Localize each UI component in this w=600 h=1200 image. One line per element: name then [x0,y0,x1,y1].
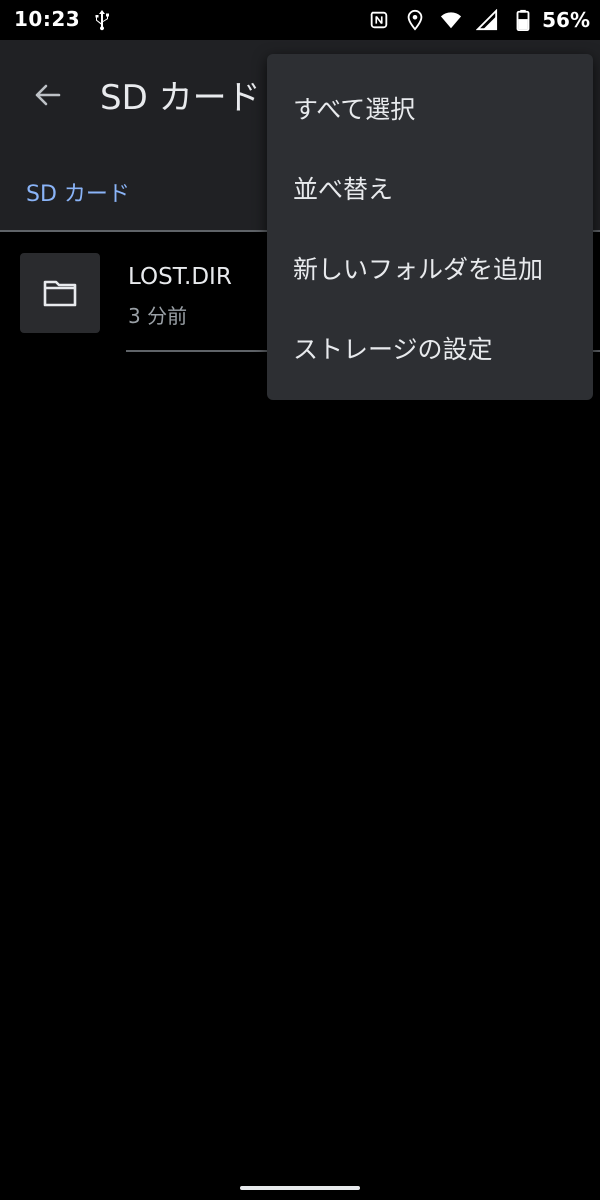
location-icon [407,9,423,31]
overflow-menu: すべて選択 並べ替え 新しいフォルダを追加 ストレージの設定 [267,54,593,400]
back-button[interactable] [26,74,68,116]
battery-icon [516,9,530,31]
menu-item-storage-settings[interactable]: ストレージの設定 [267,308,593,388]
status-icons: 56% [368,6,590,34]
wifi-icon [441,12,462,29]
breadcrumb-sd-card[interactable]: SD カード [26,176,130,208]
battery-percent: 56% [542,8,590,32]
menu-item-sort[interactable]: 並べ替え [267,148,593,228]
gesture-bar[interactable] [240,1186,360,1190]
folder-thumbnail [20,253,100,333]
menu-item-select-all[interactable]: すべて選択 [267,68,593,148]
nfc-icon [370,11,388,29]
file-modified: 3 分前 [128,304,188,328]
arrow-back-icon [35,84,61,106]
menu-item-new-folder[interactable]: 新しいフォルダを追加 [267,228,593,308]
status-bar: 10:23 56% [0,0,600,40]
usb-icon [95,10,109,31]
file-name: LOST.DIR [128,264,232,290]
signal-icon [476,9,498,31]
status-time: 10:23 [14,7,81,31]
folder-icon [43,280,77,307]
page-title: SD カード [100,78,261,118]
screen: 10:23 56% SD カード SD カード LOST.DIR 3 分前 すべ… [0,0,600,1200]
